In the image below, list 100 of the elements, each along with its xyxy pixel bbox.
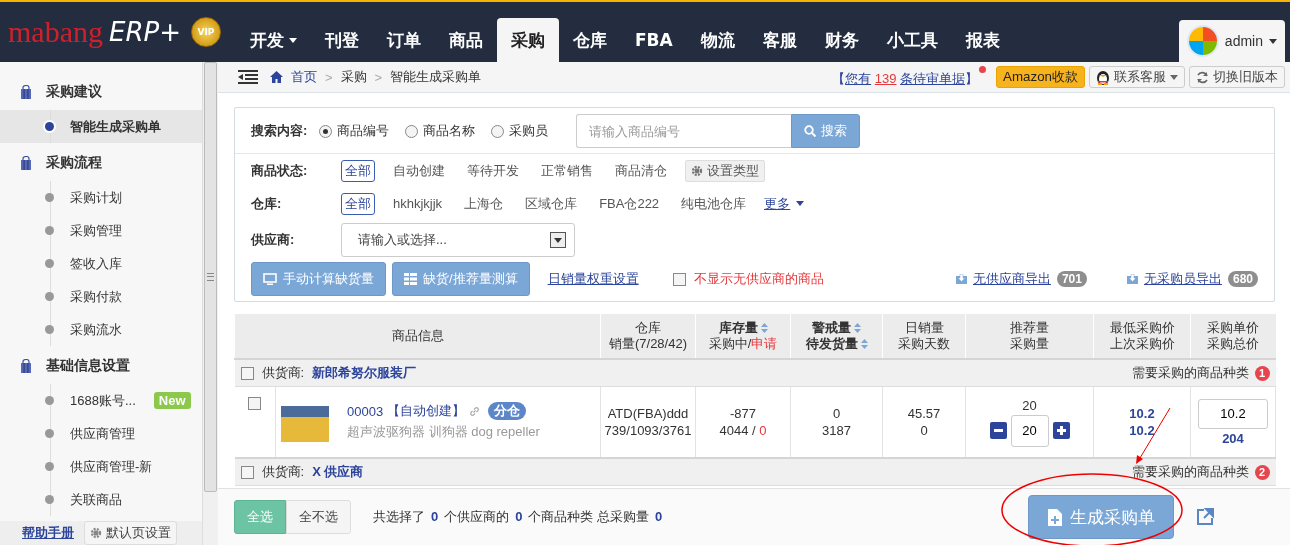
radio-option[interactable]: 商品编号 bbox=[319, 122, 390, 140]
monitor-icon bbox=[263, 273, 277, 285]
column-header: 商品信息 bbox=[391, 328, 444, 344]
filter-option[interactable]: 自动创建 bbox=[389, 159, 449, 182]
nav-tab[interactable]: 订单 bbox=[373, 18, 435, 62]
filter-option[interactable]: 纯电池仓库 bbox=[677, 192, 751, 215]
download-icon bbox=[1126, 274, 1138, 284]
nav-tab[interactable]: 报表 bbox=[951, 18, 1014, 62]
switch-version-button[interactable]: 切换旧版本 bbox=[1189, 66, 1285, 88]
export-link[interactable]: 无供应商导出 bbox=[972, 270, 1051, 288]
link-icon[interactable] bbox=[469, 405, 481, 417]
nav-tab[interactable]: 财务 bbox=[810, 18, 873, 62]
nav-tab[interactable]: 开发 bbox=[236, 18, 311, 62]
checkbox[interactable] bbox=[240, 366, 254, 380]
quantity-field[interactable]: 20 bbox=[1010, 414, 1049, 447]
column-header: 采购中/申请 bbox=[708, 336, 778, 352]
decrease-button[interactable] bbox=[989, 422, 1007, 439]
count-badge: 701 bbox=[1056, 271, 1087, 287]
sidebar-toggle-icon[interactable] bbox=[238, 70, 258, 84]
search-field[interactable]: 请输入商品编号 bbox=[576, 114, 792, 148]
sidebar-item[interactable]: 采购计划 bbox=[0, 181, 202, 214]
filter-label: 供应商: bbox=[251, 231, 296, 249]
nav-tab[interactable]: 商品 bbox=[435, 18, 497, 62]
filter-option[interactable]: 全部 bbox=[341, 159, 375, 182]
weight-settings-link[interactable]: 日销量权重设置 bbox=[547, 270, 639, 288]
product-code-link[interactable]: 00003 bbox=[347, 403, 384, 419]
sidebar-item[interactable]: 签收入库 bbox=[0, 247, 202, 280]
column-header: 警戒量 bbox=[812, 320, 851, 336]
nav-tab[interactable]: FBA bbox=[621, 18, 687, 62]
bag-icon bbox=[20, 156, 32, 170]
filter-option[interactable]: 全部 bbox=[341, 192, 375, 215]
recommended-quantity: 20 bbox=[1022, 397, 1037, 413]
amazon-payment-button[interactable]: Amazon收款 bbox=[996, 66, 1085, 88]
product-tag: 【自动创建】 bbox=[387, 402, 466, 420]
sort-icon[interactable] bbox=[854, 323, 861, 333]
radio-option[interactable]: 商品名称 bbox=[405, 122, 476, 140]
set-type-button[interactable]: 设置类型 bbox=[685, 159, 765, 182]
logo-suffix: ERP+ bbox=[108, 19, 181, 45]
help-link[interactable]: 帮助手册 bbox=[22, 524, 74, 542]
filter-option[interactable]: 正常销售 bbox=[537, 159, 597, 182]
sidebar-group-header: 基础信息设置 bbox=[0, 348, 202, 384]
sort-icon[interactable] bbox=[760, 323, 768, 333]
sidebar-item[interactable]: 关联商品 bbox=[0, 483, 202, 516]
column-header: 日销量 bbox=[904, 320, 944, 336]
nav-tab[interactable]: 仓库 bbox=[559, 18, 621, 62]
gear-icon bbox=[691, 164, 703, 177]
radio-button[interactable] bbox=[319, 124, 333, 138]
hide-no-supplier-checkbox[interactable]: 不显示无供应商的商品 bbox=[672, 270, 824, 288]
sidebar-item[interactable]: 供应商管理 bbox=[0, 417, 202, 450]
nav-tab[interactable]: 采购 bbox=[497, 18, 559, 62]
logo-text: mabang bbox=[8, 17, 103, 47]
avatar-icon bbox=[1186, 25, 1219, 57]
sidebar-item[interactable]: 1688账号... New bbox=[0, 384, 202, 417]
kinds-count-badge: 2 bbox=[1254, 464, 1270, 480]
bullet-icon bbox=[45, 193, 54, 202]
breadcrumb-separator: > bbox=[374, 69, 383, 85]
default-page-button[interactable]: 默认页设置 bbox=[84, 521, 177, 545]
warehouse-name: ATD(FBA)ddd bbox=[607, 406, 689, 421]
sidebar-item[interactable]: 智能生成采购单 bbox=[0, 110, 202, 143]
filter-option[interactable]: FBA仓222 bbox=[595, 192, 664, 215]
export-link[interactable]: 无采购员导出 bbox=[1143, 270, 1222, 288]
contact-support-button[interactable]: 联系客服 bbox=[1089, 66, 1185, 88]
radio-button[interactable] bbox=[491, 124, 505, 138]
sidebar-item[interactable]: 采购管理 bbox=[0, 214, 202, 247]
radio-option[interactable]: 采购员 bbox=[491, 122, 549, 140]
nav-tab[interactable]: 物流 bbox=[686, 18, 749, 62]
last-price: 10.2 bbox=[1129, 423, 1155, 438]
select-button[interactable]: 全不选 bbox=[286, 500, 351, 534]
nav-tab[interactable]: 客服 bbox=[748, 18, 811, 62]
filter-option[interactable]: hkhkjkjjk bbox=[389, 194, 447, 213]
sidebar-item[interactable]: 采购付款 bbox=[0, 280, 202, 313]
purchase-days: 0 bbox=[920, 423, 928, 438]
filter-option[interactable]: 商品清仓 bbox=[611, 159, 671, 182]
breadcrumb-link[interactable]: 首页 bbox=[291, 68, 317, 86]
checkbox[interactable] bbox=[240, 465, 254, 479]
bullet-icon bbox=[45, 226, 54, 235]
user-menu[interactable]: admin bbox=[1178, 20, 1285, 62]
download-icon bbox=[955, 274, 967, 284]
pending-orders-link[interactable]: 【您有 139 条待审单据】 bbox=[832, 66, 987, 88]
radio-button[interactable] bbox=[405, 124, 419, 138]
filter-option[interactable]: 等待开发 bbox=[463, 159, 523, 182]
sidebar-item[interactable]: 供应商管理-新 bbox=[0, 450, 202, 483]
breadcrumb-link[interactable]: 采购 bbox=[340, 68, 367, 86]
grid-icon bbox=[404, 273, 417, 285]
search-label: 搜索内容: bbox=[251, 122, 308, 140]
supplier-select[interactable]: 请输入或选择... bbox=[341, 223, 575, 257]
minus-icon bbox=[993, 429, 1003, 432]
kinds-label: 需要采购的商品种类 bbox=[1131, 364, 1249, 382]
lowest-price: 10.2 bbox=[1129, 406, 1155, 421]
unit-price-field[interactable]: 10.2 bbox=[1198, 398, 1268, 429]
filter-option[interactable]: 区域仓库 bbox=[521, 192, 582, 215]
sort-icon[interactable] bbox=[860, 339, 868, 349]
sidebar-item[interactable]: 采购流水 bbox=[0, 313, 202, 346]
nav-tab[interactable]: 小工具 bbox=[872, 18, 952, 62]
external-link-icon[interactable] bbox=[1196, 508, 1214, 526]
nav-tab[interactable]: 刊登 bbox=[311, 18, 373, 62]
increase-button[interactable] bbox=[1052, 422, 1070, 439]
alert-quantity: 0 bbox=[832, 406, 841, 421]
checkbox[interactable] bbox=[248, 397, 262, 410]
filter-option[interactable]: 上海仓 bbox=[460, 192, 508, 215]
